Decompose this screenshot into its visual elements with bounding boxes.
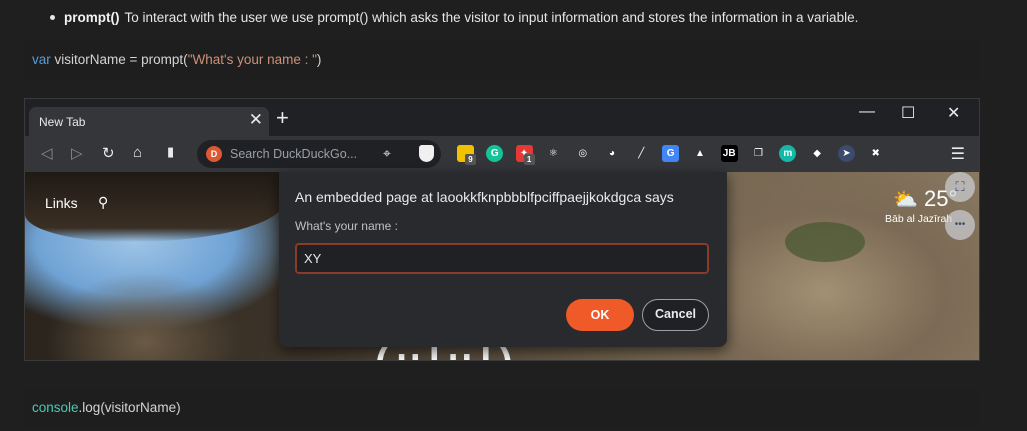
address-bar[interactable]: D Search DuckDuckGo... ⌖ — [197, 140, 441, 168]
code-keyword: var — [32, 52, 51, 67]
more-options-icon[interactable]: ••• — [945, 210, 975, 240]
code-close-paren: ) — [316, 52, 322, 67]
eyedropper-extension-icon[interactable]: ╱ — [632, 145, 650, 162]
code-string: "What's your name : " — [187, 52, 317, 67]
bookmark-icon[interactable]: ▮ — [167, 144, 174, 160]
code-object: console — [32, 400, 79, 415]
google-drive-extension-icon[interactable]: ▲ — [691, 145, 709, 162]
react-devtools-extension-icon[interactable]: ⚛ — [544, 145, 562, 162]
code-line-log: console.log(visitorName) — [32, 400, 181, 415]
fullscreen-icon[interactable]: ⛶ — [945, 172, 975, 202]
cookie-extension-icon[interactable]: ◕ — [603, 145, 621, 162]
prompt-dialog: An embedded page at laookkfknpbbblfpciff… — [279, 172, 727, 347]
weather-location: Bāb al Jazīrah — [885, 213, 953, 225]
new-tab-plus-icon[interactable]: + — [276, 107, 289, 129]
translate-extension-icon[interactable]: G — [662, 145, 680, 162]
code-block-log: console.log(visitorName) — [24, 390, 980, 428]
sticky-notes-extension-icon[interactable]: 9 — [457, 145, 476, 165]
prompt-input[interactable] — [295, 243, 709, 274]
maximize-icon[interactable]: ☐ — [901, 103, 915, 123]
cancel-button[interactable]: Cancel — [642, 299, 709, 331]
bullet-item: prompt() To interact with the user we us… — [50, 10, 858, 25]
x-extension-icon[interactable]: ✖ — [867, 145, 885, 162]
browser-toolbar: ◁ ▷ ↻ ⌂ ▮ D Search DuckDuckGo... ⌖ 9G✦1⚛… — [25, 136, 979, 172]
tab-title: New Tab — [39, 115, 86, 129]
browser-screenshot: New Tab ✕ + — ☐ ✕ ◁ ▷ ↻ ⌂ ▮ D Search Duc… — [24, 98, 980, 361]
duckduckgo-icon: D — [206, 146, 222, 162]
close-window-icon[interactable]: ✕ — [947, 103, 960, 123]
pin-extension-icon[interactable]: ✦1 — [515, 145, 535, 165]
target-extension-icon[interactable]: ◎ — [574, 145, 592, 162]
reload-icon[interactable]: ↻ — [102, 144, 115, 162]
code-block-declare: var visitorName = prompt("What's your na… — [24, 40, 980, 80]
ok-button[interactable]: OK — [566, 299, 634, 331]
bullet-term: prompt() — [64, 10, 120, 25]
bullet-text: To interact with the user we use prompt(… — [124, 10, 859, 25]
dialog-title: An embedded page at laookkfknpbbblfpciff… — [295, 189, 674, 205]
search-icon[interactable]: ⚲ — [98, 194, 108, 211]
code-line-declare: var visitorName = prompt("What's your na… — [32, 52, 321, 67]
links-button[interactable]: Links — [45, 195, 78, 211]
grammarly-extension-icon[interactable]: G — [486, 145, 504, 162]
extension-badge: 1 — [523, 154, 535, 165]
extension-badge: 9 — [465, 154, 476, 165]
brave-shield-icon[interactable] — [419, 145, 434, 162]
tab-close-icon[interactable]: ✕ — [249, 110, 263, 130]
m-extension-icon[interactable]: m — [779, 145, 797, 162]
menu-icon[interactable]: ☰ — [951, 144, 965, 164]
partly-cloudy-icon: ⛅ — [893, 189, 918, 211]
background-bush — [785, 222, 865, 262]
cursor-extension-icon[interactable]: ➤ — [837, 145, 855, 162]
code-call: .log(visitorName) — [78, 400, 181, 415]
code-statement: visitorName = prompt( — [50, 52, 188, 67]
copy-extension-icon[interactable]: ❐ — [750, 145, 767, 162]
address-bar-placeholder: Search DuckDuckGo... — [230, 147, 358, 161]
forward-icon[interactable]: ▷ — [71, 144, 83, 162]
minimize-icon[interactable]: — — [859, 103, 875, 121]
bullet-dot — [50, 15, 55, 20]
tab-strip: New Tab ✕ + — ☐ ✕ — [25, 99, 979, 136]
focus-target-icon[interactable]: ⌖ — [383, 145, 391, 162]
diamond-extension-icon[interactable]: ◆ — [808, 145, 826, 162]
jetbrains-extension-icon[interactable]: JB — [720, 145, 738, 162]
tab-new-tab[interactable]: New Tab ✕ — [29, 107, 269, 136]
home-icon[interactable]: ⌂ — [133, 144, 142, 161]
dialog-message: What's your name : — [295, 219, 398, 233]
back-icon[interactable]: ◁ — [41, 144, 53, 162]
